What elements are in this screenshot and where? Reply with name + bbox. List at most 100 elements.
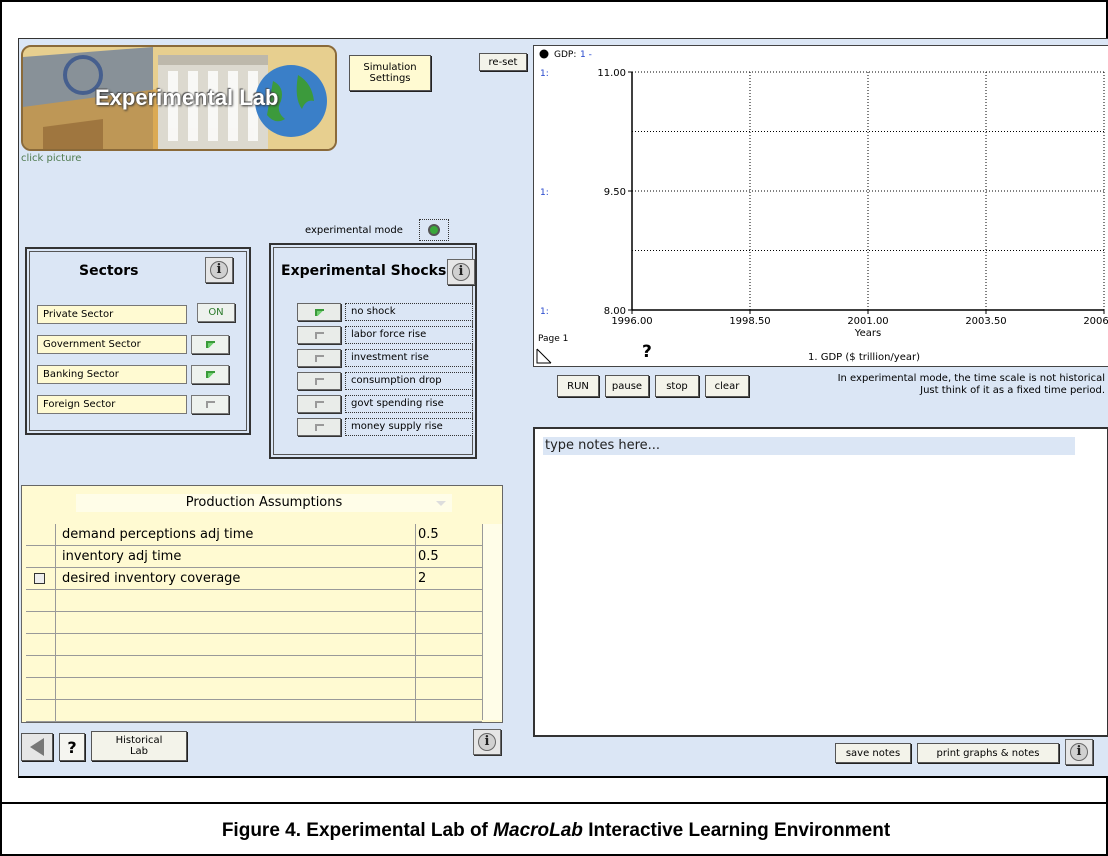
sectors-info-button[interactable]: i — [205, 257, 233, 283]
print-graphs-notes-button[interactable]: print graphs & notes — [917, 743, 1059, 763]
notes-text[interactable]: type notes here... — [543, 437, 1075, 455]
toggle-on-icon — [205, 341, 215, 348]
simulation-settings-button[interactable]: Simulation Settings — [349, 55, 431, 91]
row-marker — [26, 524, 56, 546]
toggle-off-icon — [205, 401, 215, 408]
reset-button[interactable]: re-set — [479, 53, 527, 71]
shocks-title: Experimental Shocks — [281, 263, 447, 279]
legend-variable: GDP: — [554, 50, 576, 60]
clear-button[interactable]: clear — [705, 375, 749, 397]
caption-suffix: Interactive Learning Environment — [582, 820, 891, 841]
row-marker — [26, 546, 56, 568]
page-label: Page 1 — [538, 334, 569, 344]
time-scale-note: In experimental mode, the time scale is … — [759, 373, 1105, 397]
caption-title: MacroLab — [493, 820, 583, 841]
click-picture-label: click picture — [21, 153, 82, 164]
graph-help-mark[interactable]: ? — [642, 342, 652, 362]
shock-label-consumption: consumption drop — [345, 372, 473, 390]
shock-label-no-shock: no shock — [345, 303, 473, 321]
y-tick-label: 11.00 — [597, 68, 626, 79]
x-tick-label: 1998.50 — [729, 316, 770, 327]
shock-button-no-shock[interactable] — [297, 303, 341, 321]
x-tick-label: 2001.00 — [847, 316, 888, 327]
pause-button[interactable]: pause — [605, 375, 649, 397]
shock-button-labor-force[interactable] — [297, 326, 341, 344]
shock-label-money-supply: money supply rise — [345, 418, 473, 436]
toggle-off-icon — [314, 354, 324, 362]
experimental-mode-toggle[interactable] — [419, 219, 449, 241]
banner-title: Experimental Lab — [95, 85, 279, 110]
back-button[interactable] — [21, 733, 53, 761]
sector-on-text: ON — [208, 307, 224, 318]
sector-label-private: Private Sector — [37, 305, 187, 324]
x-tick-label: 2006.00 — [1083, 316, 1108, 327]
table-scrollbar[interactable] — [482, 524, 502, 720]
table-row — [26, 590, 482, 612]
gdp-chart: GDP: 1 -8.001:9.501:11.001:1996.00 1998.50… — [539, 49, 1108, 339]
series-scale-marker: 1: — [540, 69, 549, 79]
experimental-mode-label: experimental mode — [305, 225, 403, 236]
figure-frame: Experimental Lab click picture Simulatio… — [0, 0, 1108, 856]
experimental-shocks-panel: Experimental Shocks i no shock labor for… — [269, 243, 477, 459]
sector-toggle-private[interactable]: ON — [197, 303, 235, 322]
series-scale-marker: 1: — [540, 307, 549, 317]
historical-lab-button[interactable]: Historical Lab — [91, 731, 187, 761]
time-scale-note-line1: In experimental mode, the time scale is … — [837, 373, 1105, 384]
table-row: inventory adj time 0.5 — [26, 546, 482, 568]
toggle-off-icon — [314, 400, 324, 408]
param-value[interactable]: 0.5 — [416, 524, 482, 546]
row-marker — [26, 568, 56, 590]
shock-label-labor-force: labor force rise — [345, 326, 473, 344]
param-name: desired inventory coverage — [56, 568, 416, 590]
sector-label-banking: Banking Sector — [37, 365, 187, 384]
shock-button-investment[interactable] — [297, 349, 341, 367]
info-icon: i — [1070, 743, 1088, 761]
run-button[interactable]: RUN — [557, 375, 599, 397]
param-value[interactable]: 0.5 — [416, 546, 482, 568]
save-notes-button[interactable]: save notes — [835, 743, 911, 763]
table-row — [26, 656, 482, 678]
experimental-lab-banner[interactable]: Experimental Lab — [21, 45, 337, 151]
toggle-on-icon — [314, 308, 324, 316]
param-name: inventory adj time — [56, 546, 416, 568]
table-info-button[interactable]: i — [473, 729, 501, 755]
caption-prefix: Figure 4. Experimental Lab of — [221, 820, 494, 841]
sector-toggle-foreign[interactable] — [191, 395, 229, 414]
help-button[interactable]: ? — [59, 733, 85, 761]
series-caption: 1. GDP ($ trillion/year) — [808, 352, 921, 363]
production-assumptions-table: Production Assumptions demand perception… — [21, 485, 503, 723]
shock-button-govt-spending[interactable] — [297, 395, 341, 413]
param-value[interactable]: 2 — [416, 568, 482, 590]
sector-toggle-government[interactable] — [191, 335, 229, 354]
param-name: demand perceptions adj time — [56, 524, 416, 546]
table-title: Production Assumptions — [185, 495, 343, 510]
toggle-off-icon — [314, 377, 324, 385]
info-icon: i — [452, 263, 470, 281]
sector-toggle-banking[interactable] — [191, 365, 229, 384]
x-tick-label: 1996.00 — [611, 316, 652, 327]
shock-button-money-supply[interactable] — [297, 418, 341, 436]
table-row — [26, 634, 482, 656]
gdp-graph: GDP: 1 -8.00 1: 9.50 1: 11.00 1: 1996.00 1998.50… — [533, 45, 1108, 367]
sectors-panel: Sectors i Private Sector ON Government S… — [25, 247, 251, 435]
table-row — [26, 612, 482, 634]
production-assumptions-dropdown[interactable]: Production Assumptions — [76, 494, 452, 512]
shocks-info-button[interactable]: i — [447, 259, 475, 285]
shock-button-consumption[interactable] — [297, 372, 341, 390]
table-row — [26, 678, 482, 700]
row-select-icon[interactable] — [34, 573, 45, 584]
table-row — [26, 700, 482, 722]
page-corner-icon[interactable] — [536, 348, 552, 364]
notes-area[interactable]: type notes here... — [533, 427, 1108, 737]
y-tick-label: 9.50 — [604, 187, 626, 198]
toggle-off-icon — [314, 331, 324, 339]
chevron-down-icon — [436, 501, 446, 506]
time-scale-note-line2: Just think of it as a fixed time period. — [920, 385, 1105, 396]
shock-label-govt-spending: govt spending rise — [345, 395, 473, 413]
notes-info-button[interactable]: i — [1065, 739, 1093, 765]
toggle-on-icon — [205, 371, 215, 378]
series-marker-icon — [539, 49, 549, 59]
stop-button[interactable]: stop — [655, 375, 699, 397]
shock-label-investment: investment rise — [345, 349, 473, 367]
figure-caption: Figure 4. Experimental Lab of MacroLab I… — [2, 820, 1108, 842]
